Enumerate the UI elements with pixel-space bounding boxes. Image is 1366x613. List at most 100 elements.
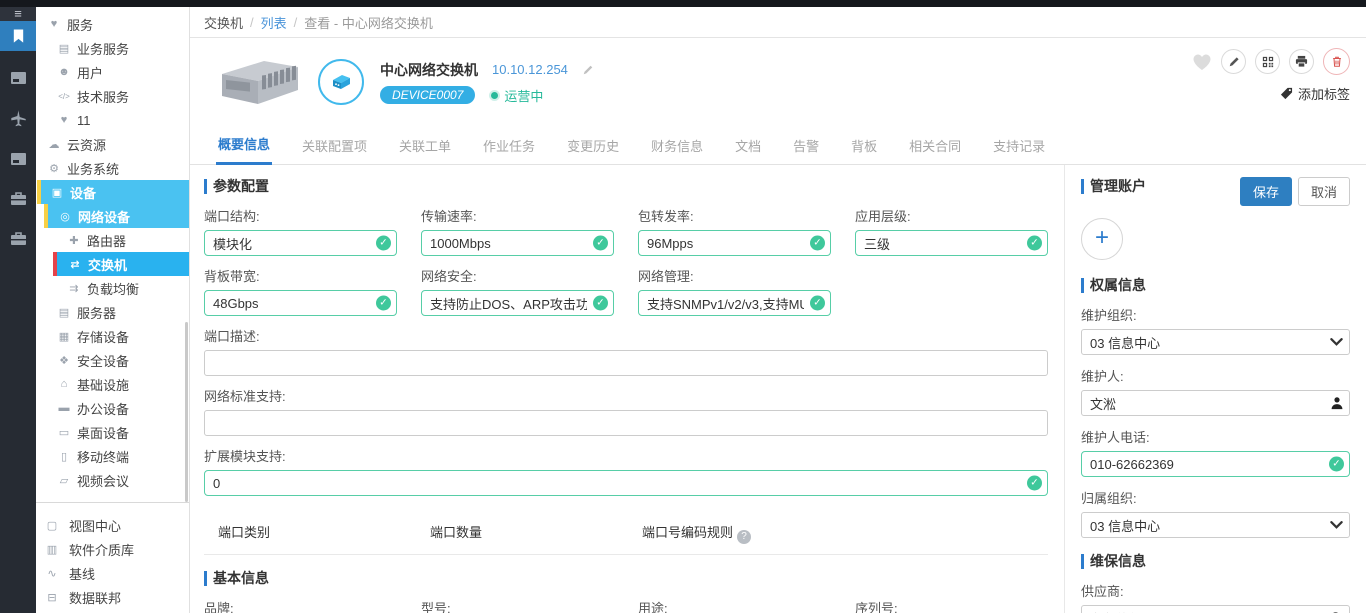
maintainer-input[interactable] — [1081, 390, 1350, 416]
sidebar-item-tech-services[interactable]: </>技术服务 — [36, 84, 189, 108]
sidebar-item-network-devices[interactable]: ◎ 网络设备 — [44, 204, 189, 228]
packet-forwarding-input[interactable] — [638, 230, 831, 256]
device-name: 中心网络交换机 — [380, 60, 478, 80]
port-structure-input[interactable] — [204, 230, 397, 256]
maintainer-phone-input[interactable] — [1081, 451, 1350, 477]
sidebar-item-devices[interactable]: ▣设备 — [37, 180, 189, 204]
field-maintainer-phone: 维护人电话: — [1081, 427, 1350, 477]
chevron-down-icon — [1330, 521, 1343, 530]
view-center-icon: ▢ — [44, 519, 60, 532]
rail-item-bookmark[interactable] — [0, 21, 36, 51]
supplier-input[interactable] — [1081, 605, 1350, 613]
sidebar-item-data-federation[interactable]: ⊟数据联邦 — [36, 585, 189, 609]
mobile-icon: ▯ — [56, 450, 72, 463]
print-button[interactable] — [1289, 49, 1314, 74]
breadcrumb-root[interactable]: 交换机 — [204, 13, 243, 32]
sidebar-item-business-systems[interactable]: ⚙业务系统 — [36, 156, 189, 180]
sidebar-item-servers[interactable]: ▤服务器 — [36, 300, 189, 324]
port-count-header: 端口数量 — [430, 522, 642, 544]
tab-job-tasks[interactable]: 作业任务 — [481, 136, 537, 164]
sidebar-item-cloud-resources[interactable]: ☁云资源 — [36, 132, 189, 156]
tab-backplane[interactable]: 背板 — [849, 136, 879, 164]
sidebar-item-cmdb-audit[interactable]: ▤CMDB审计 — [36, 609, 189, 613]
sidebar-item-routers[interactable]: ✚路由器 — [36, 228, 189, 252]
field-label: 用途: — [638, 598, 831, 613]
help-icon[interactable] — [737, 530, 751, 544]
tab-change-history[interactable]: 变更历史 — [565, 136, 621, 164]
tab-alerts[interactable]: 告警 — [791, 136, 821, 164]
sidebar-item-security-devices[interactable]: ❖ 安全设备 — [36, 348, 189, 372]
breadcrumb-list-link[interactable]: 列表 — [261, 13, 287, 32]
maintenance-org-select[interactable] — [1081, 329, 1350, 355]
sidebar-item-software-repo[interactable]: ▥软件介质库 — [36, 537, 189, 561]
sidebar-item-label: 服务器 — [77, 303, 116, 322]
load-balancer-icon: ⇉ — [66, 282, 82, 295]
port-description-input[interactable] — [204, 350, 1048, 376]
edit-ip-icon[interactable] — [582, 64, 594, 76]
network-icon: ◎ — [57, 210, 73, 223]
tab-financial-info[interactable]: 财务信息 — [649, 136, 705, 164]
tab-documents[interactable]: 文档 — [733, 136, 763, 164]
tab-related-tickets[interactable]: 关联工单 — [397, 136, 453, 164]
tab-summary[interactable]: 概要信息 — [216, 134, 272, 165]
owner-org-select[interactable] — [1081, 512, 1350, 538]
pencil-icon — [1228, 56, 1240, 68]
cancel-button[interactable]: 取消 — [1298, 177, 1350, 206]
person-icon[interactable] — [1331, 397, 1343, 410]
sidebar-item-video-conference[interactable]: ▱视频会议 — [36, 468, 189, 492]
sidebar-item-users[interactable]: ☻用户 — [36, 60, 189, 84]
hamburger-menu-icon[interactable] — [0, 7, 36, 21]
network-security-input[interactable] — [421, 290, 614, 316]
sidebar-item-baseline[interactable]: ∿基线 — [36, 561, 189, 585]
sidebar-item-label: 用户 — [77, 63, 103, 82]
rail-item-plane[interactable] — [10, 110, 27, 132]
favorite-heart-icon[interactable] — [1192, 53, 1212, 71]
infrastructure-icon: ⌂ — [56, 378, 72, 390]
sidebar-item-business-services[interactable]: ▤业务服务 — [36, 36, 189, 60]
sidebar-item-label: 路由器 — [87, 231, 126, 250]
delete-button[interactable] — [1323, 48, 1350, 75]
backplane-bandwidth-input[interactable] — [204, 290, 397, 316]
save-button[interactable]: 保存 — [1240, 177, 1292, 206]
sidebar-scrollbar[interactable] — [185, 322, 188, 502]
tab-contracts[interactable]: 相关合同 — [907, 136, 963, 164]
edit-button[interactable] — [1221, 49, 1246, 74]
switch-glyph-icon — [328, 72, 354, 92]
sidebar-item-switches[interactable]: ⇄交换机 — [53, 252, 189, 276]
sidebar-item-load-balancer[interactable]: ⇉负载均衡 — [36, 276, 189, 300]
rail-item-panel-1[interactable] — [10, 71, 27, 90]
security-icon: ❖ — [56, 354, 72, 367]
field-serial-number: 序列号: — [855, 598, 1048, 613]
sidebar-item-label: 网络设备 — [78, 207, 130, 226]
sidebar-item-storage[interactable]: ▦存储设备 — [36, 324, 189, 348]
sidebar-item-services[interactable]: ♥服务 — [36, 12, 189, 36]
sidebar-item-view-center[interactable]: ▢视图中心 — [36, 513, 189, 537]
sidebar-divider — [36, 502, 189, 503]
rail-item-briefcase-1[interactable] — [10, 191, 27, 211]
sidebar-item-infrastructure[interactable]: ⌂基础设施 — [36, 372, 189, 396]
transfer-rate-input[interactable] — [421, 230, 614, 256]
network-standards-input[interactable] — [204, 410, 1048, 436]
sidebar-item-office-devices[interactable]: ▬办公设备 — [36, 396, 189, 420]
window-icon — [10, 152, 27, 166]
breadcrumb-current: 查看 - 中心网络交换机 — [304, 13, 433, 32]
sidebar-item-11[interactable]: ♥11 — [36, 108, 189, 132]
airplane-icon — [10, 110, 27, 127]
tab-support-records[interactable]: 支持记录 — [991, 136, 1047, 164]
field-label: 端口结构: — [204, 206, 397, 225]
sidebar-item-mobile-terminals[interactable]: ▯移动终端 — [36, 444, 189, 468]
valid-check-icon — [810, 296, 825, 311]
add-tag-button[interactable]: 添加标签 — [1280, 84, 1350, 103]
tab-related-ci[interactable]: 关联配置项 — [300, 136, 369, 164]
network-management-input[interactable] — [638, 290, 831, 316]
expansion-modules-input[interactable] — [204, 470, 1048, 496]
rail-item-panel-2[interactable] — [10, 152, 27, 171]
sidebar-item-label: 安全设备 — [77, 351, 129, 370]
rail-item-briefcase-2[interactable] — [10, 231, 27, 251]
sidebar-item-desktop-devices[interactable]: ▭桌面设备 — [36, 420, 189, 444]
qr-code-button[interactable] — [1255, 49, 1280, 74]
application-level-input[interactable] — [855, 230, 1048, 256]
add-account-button[interactable] — [1081, 218, 1123, 260]
field-owner-org: 归属组织: — [1081, 488, 1350, 538]
field-model: 型号: — [421, 598, 614, 613]
